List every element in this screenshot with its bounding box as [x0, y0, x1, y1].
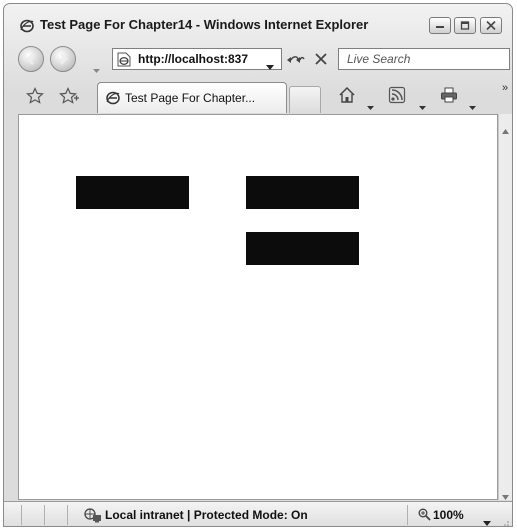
ie-logo-icon	[20, 19, 34, 33]
toolbar-overflow-icon[interactable]: »	[502, 82, 508, 94]
status-divider	[407, 505, 408, 525]
stop-button[interactable]	[310, 48, 332, 70]
status-divider	[44, 505, 45, 525]
zoom-dropdown[interactable]	[483, 513, 491, 526]
chevron-down-icon	[469, 106, 476, 110]
status-bar: Local intranet | Protected Mode: On 100%	[4, 501, 512, 526]
add-favorite-icon[interactable]	[59, 87, 79, 110]
magnifier-icon[interactable]	[418, 508, 431, 526]
recent-pages-dropdown[interactable]	[93, 60, 100, 78]
print-dropdown[interactable]	[469, 97, 476, 115]
tab-label: Test Page For Chapter...	[125, 91, 256, 105]
security-zone-text[interactable]: Local intranet | Protected Mode: On	[105, 508, 308, 522]
minimize-button[interactable]	[429, 17, 451, 34]
forward-button[interactable]	[50, 46, 76, 72]
chevron-down-icon	[483, 521, 491, 526]
window-title: Test Page For Chapter14 - Windows Intern…	[40, 17, 369, 32]
ie-logo-icon	[106, 91, 120, 110]
new-tab-button[interactable]	[289, 86, 321, 113]
chevron-down-icon	[367, 106, 374, 110]
black-block-right-bottom	[246, 232, 359, 265]
browser-window: Test Page For Chapter14 - Windows Intern…	[3, 3, 513, 527]
home-icon[interactable]	[338, 86, 356, 109]
title-bar[interactable]: Test Page For Chapter14 - Windows Intern…	[4, 4, 512, 44]
search-placeholder: Live Search	[347, 52, 411, 66]
page-icon	[117, 52, 131, 72]
star-icon[interactable]	[26, 87, 44, 110]
printer-icon[interactable]	[440, 86, 458, 109]
page-content	[18, 114, 498, 500]
refresh-icon	[287, 56, 305, 63]
stop-icon	[315, 53, 327, 65]
refresh-button[interactable]	[284, 48, 306, 70]
resize-grip-icon[interactable]	[501, 516, 509, 526]
search-box[interactable]: Live Search	[338, 48, 510, 70]
black-block-right-top	[246, 176, 359, 209]
status-divider	[21, 505, 22, 525]
scroll-up-icon[interactable]	[502, 121, 509, 139]
network-zone-icon[interactable]	[84, 508, 102, 526]
black-block-left	[76, 176, 189, 209]
close-icon	[486, 21, 496, 30]
chevron-down-icon	[419, 106, 426, 110]
status-divider	[67, 505, 68, 525]
address-dropdown[interactable]	[266, 57, 274, 75]
forward-arrow-icon	[60, 53, 68, 65]
rss-feed-icon[interactable]	[388, 86, 406, 109]
vertical-scrollbar[interactable]	[498, 114, 512, 500]
close-button[interactable]	[480, 17, 502, 34]
address-bar[interactable]: http://localhost:837	[112, 48, 282, 70]
chevron-down-icon	[266, 65, 274, 70]
back-arrow-icon	[26, 53, 34, 65]
maximize-button[interactable]	[454, 17, 476, 34]
maximize-icon	[460, 21, 470, 30]
chevron-down-icon	[93, 69, 100, 73]
tab-test-page[interactable]: Test Page For Chapter...	[97, 82, 287, 113]
back-button[interactable]	[18, 46, 44, 72]
home-dropdown[interactable]	[367, 97, 374, 115]
zoom-level[interactable]: 100%	[433, 508, 464, 522]
minimize-icon	[436, 26, 444, 28]
address-url: http://localhost:837	[138, 52, 249, 66]
feeds-dropdown[interactable]	[419, 97, 426, 115]
